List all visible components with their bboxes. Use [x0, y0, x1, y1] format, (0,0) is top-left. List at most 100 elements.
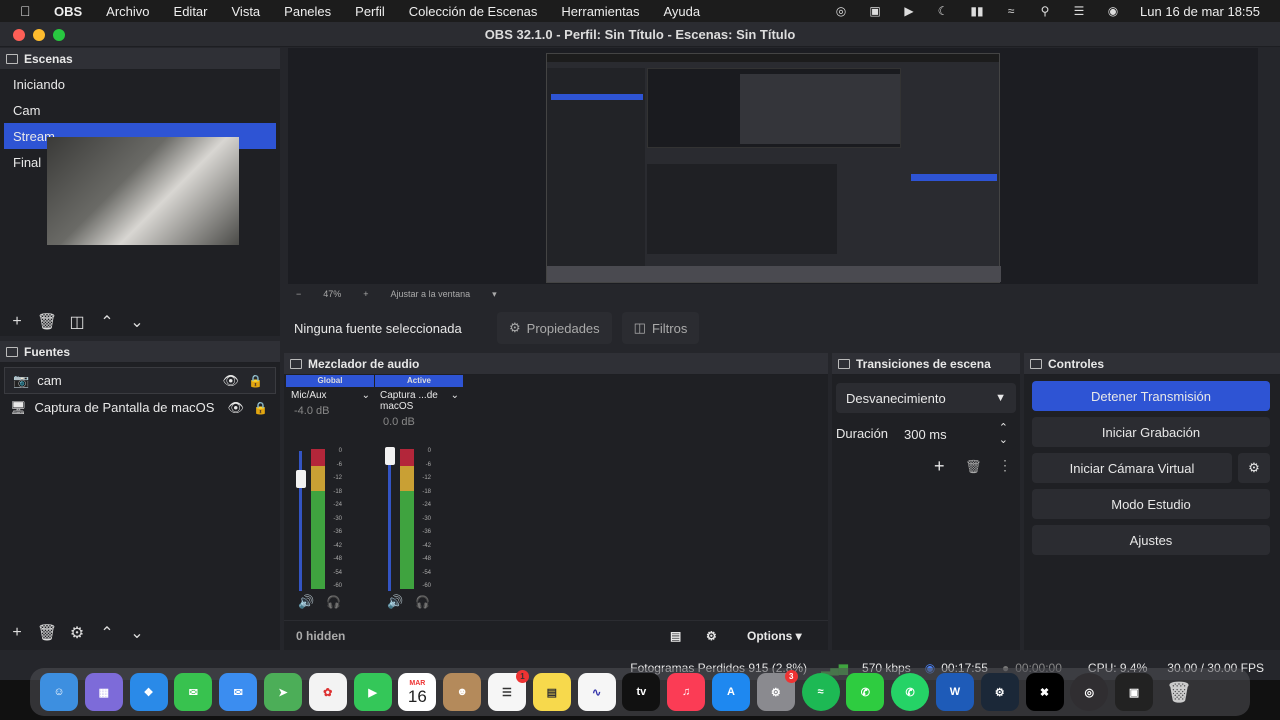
capcut-icon[interactable]: ✖	[1025, 673, 1064, 711]
studio-mode-button[interactable]: Modo Estudio	[1032, 489, 1270, 519]
menu-paneles[interactable]: Paneles	[284, 4, 331, 19]
reminders-icon[interactable]: ☰ 1	[487, 670, 529, 711]
search-icon[interactable]: ⚲	[1028, 4, 1062, 18]
scene-item-iniciando[interactable]: Iniciando	[0, 71, 280, 97]
scene-item-cam[interactable]: Cam	[0, 97, 280, 123]
zoom-in-icon[interactable]: +	[363, 289, 368, 299]
source-item-cam[interactable]: 📷 cam 👁 🔒	[4, 367, 276, 394]
stop-streaming-button[interactable]: Detener Transmisión	[1032, 381, 1270, 411]
menu-herramientas[interactable]: Herramientas	[561, 4, 639, 19]
move-up-icon[interactable]: ⌃	[92, 623, 122, 643]
options-button[interactable]: Options ▾	[747, 629, 802, 643]
apple-tv-icon[interactable]: tv	[622, 673, 661, 711]
filters-button[interactable]: ◫ Filtros	[621, 312, 700, 344]
contacts-icon[interactable]: ☻	[443, 673, 482, 711]
notes-icon[interactable]: ▤	[532, 673, 571, 711]
menu-perfil[interactable]: Perfil	[355, 4, 385, 19]
settings-button[interactable]: Ajustes	[1032, 525, 1270, 555]
preview-canvas[interactable]	[288, 48, 1258, 284]
zoom-window-button[interactable]	[53, 29, 65, 41]
speaker-icon[interactable]: 🔊	[387, 594, 403, 610]
dock-icon[interactable]	[290, 358, 302, 369]
spotify-icon[interactable]: ≈	[801, 673, 840, 711]
dock-icon[interactable]	[838, 358, 850, 369]
headphones-icon[interactable]: 🎧	[415, 595, 430, 609]
control-center-icon[interactable]: ☰	[1062, 4, 1096, 18]
source-item-screen-capture[interactable]: 🖥 Captura de Pantalla de macOS 👁 🔒	[0, 394, 280, 421]
dock-icon[interactable]	[1030, 358, 1042, 369]
remove-scene-icon[interactable]: 🗑	[32, 312, 62, 332]
launchpad-icon[interactable]: ▦	[84, 673, 123, 711]
whatsapp-icon[interactable]: ✆	[891, 673, 930, 711]
facetime-icon[interactable]: ▶	[353, 673, 392, 711]
start-virtual-camera-button[interactable]: Iniciar Cámara Virtual	[1032, 453, 1232, 483]
mixer-settings-icon[interactable]: ⚙	[706, 629, 717, 643]
apple-icon[interactable]: 	[20, 3, 36, 19]
volume-fader-knob[interactable]	[385, 447, 395, 465]
close-window-button[interactable]	[13, 29, 25, 41]
start-recording-button[interactable]: Iniciar Grabación	[1032, 417, 1270, 447]
menu-clock[interactable]: Lun 16 de mar 18:55	[1140, 4, 1260, 19]
steam-icon[interactable]: ⚙	[980, 673, 1019, 711]
maps-icon[interactable]: ➤	[263, 673, 302, 711]
chevron-down-icon[interactable]: ⌄	[451, 390, 459, 412]
menu-vista[interactable]: Vista	[232, 4, 261, 19]
fit-dropdown-icon[interactable]: ▾	[492, 289, 497, 300]
dock-icon[interactable]	[6, 346, 18, 357]
safari-icon[interactable]: ❖	[129, 673, 168, 711]
dock-icon[interactable]	[6, 53, 18, 64]
stepper-icon[interactable]: ⌃ ⌄	[999, 422, 1008, 446]
music-icon[interactable]: ♫	[667, 673, 706, 711]
play-icon[interactable]: ▶	[892, 4, 926, 18]
mail-icon[interactable]: ✉	[219, 673, 258, 711]
app-store-icon[interactable]: A	[711, 673, 750, 711]
obs-icon[interactable]: ◎	[1070, 673, 1109, 711]
speaker-icon[interactable]: 🔊	[298, 594, 314, 610]
duration-input[interactable]: 300 ms ⌃ ⌄	[894, 419, 1016, 449]
freeform-icon[interactable]: ∿	[577, 673, 616, 711]
move-up-icon[interactable]: ⌃	[92, 312, 122, 332]
volume-fader-knob[interactable]	[296, 470, 306, 488]
headphones-icon[interactable]: 🎧	[326, 595, 341, 609]
wifi-icon[interactable]: ≈	[994, 4, 1028, 18]
transition-select[interactable]: Desvanecimiento ▼	[836, 383, 1016, 413]
lock-icon[interactable]: 🔒	[248, 374, 263, 388]
visibility-eye-icon[interactable]: 👁	[222, 373, 239, 389]
visibility-eye-icon[interactable]: 👁	[227, 400, 244, 416]
screen-thumbnail-icon[interactable]: ▣	[1115, 673, 1154, 711]
lock-icon[interactable]: 🔒	[253, 401, 268, 415]
photos-icon[interactable]: ✿	[308, 673, 347, 711]
menu-editar[interactable]: Editar	[174, 4, 208, 19]
menu-ayuda[interactable]: Ayuda	[663, 4, 700, 19]
menu-app[interactable]: OBS	[54, 4, 82, 19]
fit-mode[interactable]: Ajustar a la ventana	[391, 289, 471, 299]
more-options-icon[interactable]: ⋮	[998, 457, 1012, 474]
add-source-icon[interactable]: +	[2, 624, 32, 642]
remove-transition-icon[interactable]: 🗑	[965, 459, 982, 475]
system-settings-icon[interactable]: ⚙ 3	[756, 670, 798, 711]
add-transition-icon[interactable]: +	[934, 456, 945, 477]
virtual-camera-settings-button[interactable]: ⚙	[1238, 453, 1270, 483]
obs-status-icon[interactable]: ◎	[824, 4, 858, 18]
phone-link-icon[interactable]: ✆	[846, 673, 885, 711]
menu-archivo[interactable]: Archivo	[106, 4, 149, 19]
minimize-window-button[interactable]	[33, 29, 45, 41]
calendar-icon[interactable]: MAR 16	[398, 673, 437, 711]
finder-icon[interactable]: ☺	[40, 673, 78, 711]
zoom-out-icon[interactable]: −	[296, 289, 301, 299]
source-settings-icon[interactable]: ⚙	[62, 623, 92, 643]
move-down-icon[interactable]: ⌄	[122, 623, 152, 643]
layout-icon[interactable]: ▤	[670, 629, 681, 643]
remove-source-icon[interactable]: 🗑	[32, 623, 62, 643]
move-down-icon[interactable]: ⌄	[122, 312, 152, 332]
add-scene-icon[interactable]: +	[2, 313, 32, 331]
scene-filters-icon[interactable]: ◫	[62, 312, 92, 332]
battery-icon[interactable]: ▮▮	[960, 4, 994, 18]
properties-button[interactable]: ⚙ Propiedades	[497, 312, 612, 344]
chevron-down-icon[interactable]: ⌄	[362, 390, 370, 401]
volume-fader-track[interactable]	[388, 451, 391, 591]
word-icon[interactable]: W	[935, 673, 974, 711]
menu-coleccion[interactable]: Colección de Escenas	[409, 4, 538, 19]
moon-icon[interactable]: ☾	[926, 4, 960, 18]
window-icon[interactable]: ▣	[858, 4, 892, 18]
